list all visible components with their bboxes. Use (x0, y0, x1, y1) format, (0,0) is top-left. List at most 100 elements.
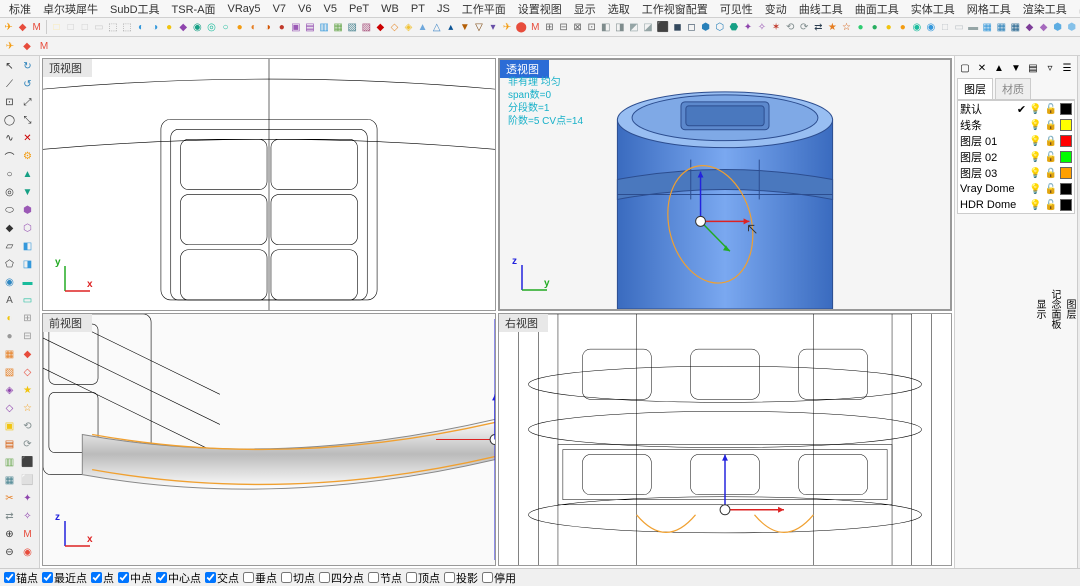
osnap-option[interactable]: 最近点 (42, 570, 87, 586)
tool-button[interactable]: ☆ (19, 400, 36, 417)
toolbar-button[interactable]: ▭ (953, 19, 966, 35)
toolbar-button[interactable]: ◐ (135, 19, 148, 35)
osnap-option[interactable]: 垂点 (243, 570, 277, 586)
osnap-option[interactable]: 投影 (444, 570, 478, 586)
toolbar-button[interactable]: ▨ (360, 19, 373, 35)
tool-button[interactable]: ★ (19, 382, 36, 399)
toolbar-button[interactable]: ⬛ (656, 19, 670, 35)
menu-item[interactable]: TSR-A面 (166, 0, 222, 18)
osnap-checkbox[interactable] (444, 572, 455, 583)
toolbar-button[interactable]: ▦ (981, 19, 994, 35)
tool-button[interactable]: ◇ (19, 364, 36, 381)
toolbar-button[interactable]: □ (78, 19, 91, 35)
toolbar-button[interactable]: ⟲ (784, 19, 797, 35)
toolbar-button[interactable]: ⊞ (543, 19, 556, 35)
toolbar-button[interactable]: ⟳ (798, 19, 811, 35)
toolbar-button[interactable]: ⇄ (812, 19, 825, 35)
toolbar-button[interactable]: M (30, 19, 43, 35)
menu-item[interactable]: 工作平面 (456, 0, 512, 18)
toolbar-button[interactable]: ▥ (318, 19, 331, 35)
toolbar-button[interactable]: ◻ (685, 19, 698, 35)
osnap-checkbox[interactable] (91, 572, 102, 583)
osnap-option[interactable]: 交点 (205, 570, 239, 586)
tool-button[interactable]: ⊕ (1, 526, 18, 543)
tool-button[interactable]: ✦ (19, 490, 36, 507)
tool-button[interactable]: ▥ (1, 454, 18, 471)
toolbar-button[interactable]: ◑ (149, 19, 162, 35)
tool-button[interactable]: ⟲ (19, 418, 36, 435)
tool-button[interactable]: ⬢ (19, 202, 36, 219)
osnap-option[interactable]: 切点 (281, 570, 315, 586)
menu-item[interactable]: V7 (267, 2, 292, 16)
side-tab[interactable]: 图层 (1062, 60, 1077, 558)
tool-button[interactable]: ⬜ (19, 472, 36, 489)
toolbar-button[interactable]: ⬢ (1065, 19, 1078, 35)
tool-button[interactable]: ∿ (1, 130, 18, 147)
tool-button[interactable]: ◆ (19, 346, 36, 363)
tool-button[interactable]: ▼ (19, 184, 36, 201)
toolbar-button[interactable]: ◉ (910, 19, 923, 35)
osnap-checkbox[interactable] (156, 572, 167, 583)
toolbar-button[interactable]: ⬤ (515, 19, 528, 35)
tool-button[interactable]: ✕ (19, 130, 36, 147)
tool-button[interactable]: ⊖ (1, 544, 18, 561)
tool-button[interactable]: ◇ (1, 400, 18, 417)
toolbar-button[interactable]: □ (64, 19, 77, 35)
menu-item[interactable]: 显示 (568, 0, 602, 18)
tool-button[interactable]: ⬠ (1, 256, 18, 273)
tool-button[interactable]: ▭ (19, 292, 36, 309)
menu-item[interactable]: 标准 (3, 0, 37, 18)
menu-item[interactable]: PT (405, 2, 431, 16)
toolbar-button[interactable]: ● (854, 19, 867, 35)
toolbar-button[interactable]: ◨ (613, 19, 626, 35)
toolbar-button[interactable]: △ (430, 19, 443, 35)
toolbar-button[interactable]: ▤ (303, 19, 316, 35)
menu-item[interactable]: 可见性 (714, 0, 759, 18)
menu-item[interactable]: 网格工具 (961, 0, 1017, 18)
toolbar-button[interactable]: ✈ (2, 19, 15, 35)
tool-button[interactable]: ↻ (19, 58, 36, 75)
toolbar-button[interactable]: ☆ (840, 19, 853, 35)
tool-button[interactable]: ⬭ (1, 202, 18, 219)
toolbar-button[interactable]: ⬢ (1051, 19, 1064, 35)
tool-button[interactable]: ⤢ (19, 94, 36, 111)
toolbar-button[interactable]: ✈ (2, 38, 18, 54)
toolbar-button[interactable]: ⊠ (571, 19, 584, 35)
toolbar-button[interactable]: ● (896, 19, 909, 35)
toolbar-button[interactable]: ◆ (1037, 19, 1050, 35)
tab-materials[interactable]: 材质 (995, 78, 1031, 99)
toolbar-button[interactable]: ▽ (472, 19, 485, 35)
tool-button[interactable]: ▦ (1, 472, 18, 489)
tool-button[interactable]: ⊞ (19, 310, 36, 327)
viewport-front[interactable]: 前视图 zx (42, 313, 496, 566)
viewport-right[interactable]: 右视图 (498, 313, 952, 566)
toolbar-button[interactable]: ▼ (458, 19, 471, 35)
tool-button[interactable]: ○ (1, 166, 18, 183)
tool-button[interactable]: ↺ (19, 76, 36, 93)
osnap-checkbox[interactable] (4, 572, 15, 583)
tool-button[interactable]: ◎ (1, 184, 18, 201)
toolbar-button[interactable]: ● (163, 19, 176, 35)
tool-button[interactable]: M (19, 526, 36, 543)
viewport-title[interactable]: 顶视图 (43, 59, 92, 77)
panel-tool-button[interactable]: ▢ (957, 60, 973, 76)
toolbar-button[interactable]: ✦ (741, 19, 754, 35)
tool-button[interactable]: A (1, 292, 18, 309)
toolbar-button[interactable]: ▦ (1009, 19, 1022, 35)
toolbar-button[interactable]: ◧ (599, 19, 612, 35)
menu-item[interactable]: 曲面工具 (849, 0, 905, 18)
toolbar-button[interactable]: ◆ (177, 19, 190, 35)
tool-button[interactable]: ✧ (19, 508, 36, 525)
toolbar-button[interactable]: ◆ (374, 19, 387, 35)
osnap-option[interactable]: 四分点 (319, 570, 364, 586)
side-tab[interactable]: 显示 (1032, 60, 1047, 558)
tool-button[interactable]: ◈ (1, 382, 18, 399)
toolbar-button[interactable]: ▴ (444, 19, 457, 35)
osnap-option[interactable]: 停用 (482, 570, 516, 586)
toolbar-button[interactable]: ▲ (416, 19, 429, 35)
toolbar-button[interactable]: ◪ (641, 19, 654, 35)
osnap-checkbox[interactable] (42, 572, 53, 583)
toolbar-button[interactable]: ▾ (486, 19, 499, 35)
toolbar-button[interactable]: M (529, 19, 542, 35)
tool-button[interactable]: ◯ (1, 112, 18, 129)
